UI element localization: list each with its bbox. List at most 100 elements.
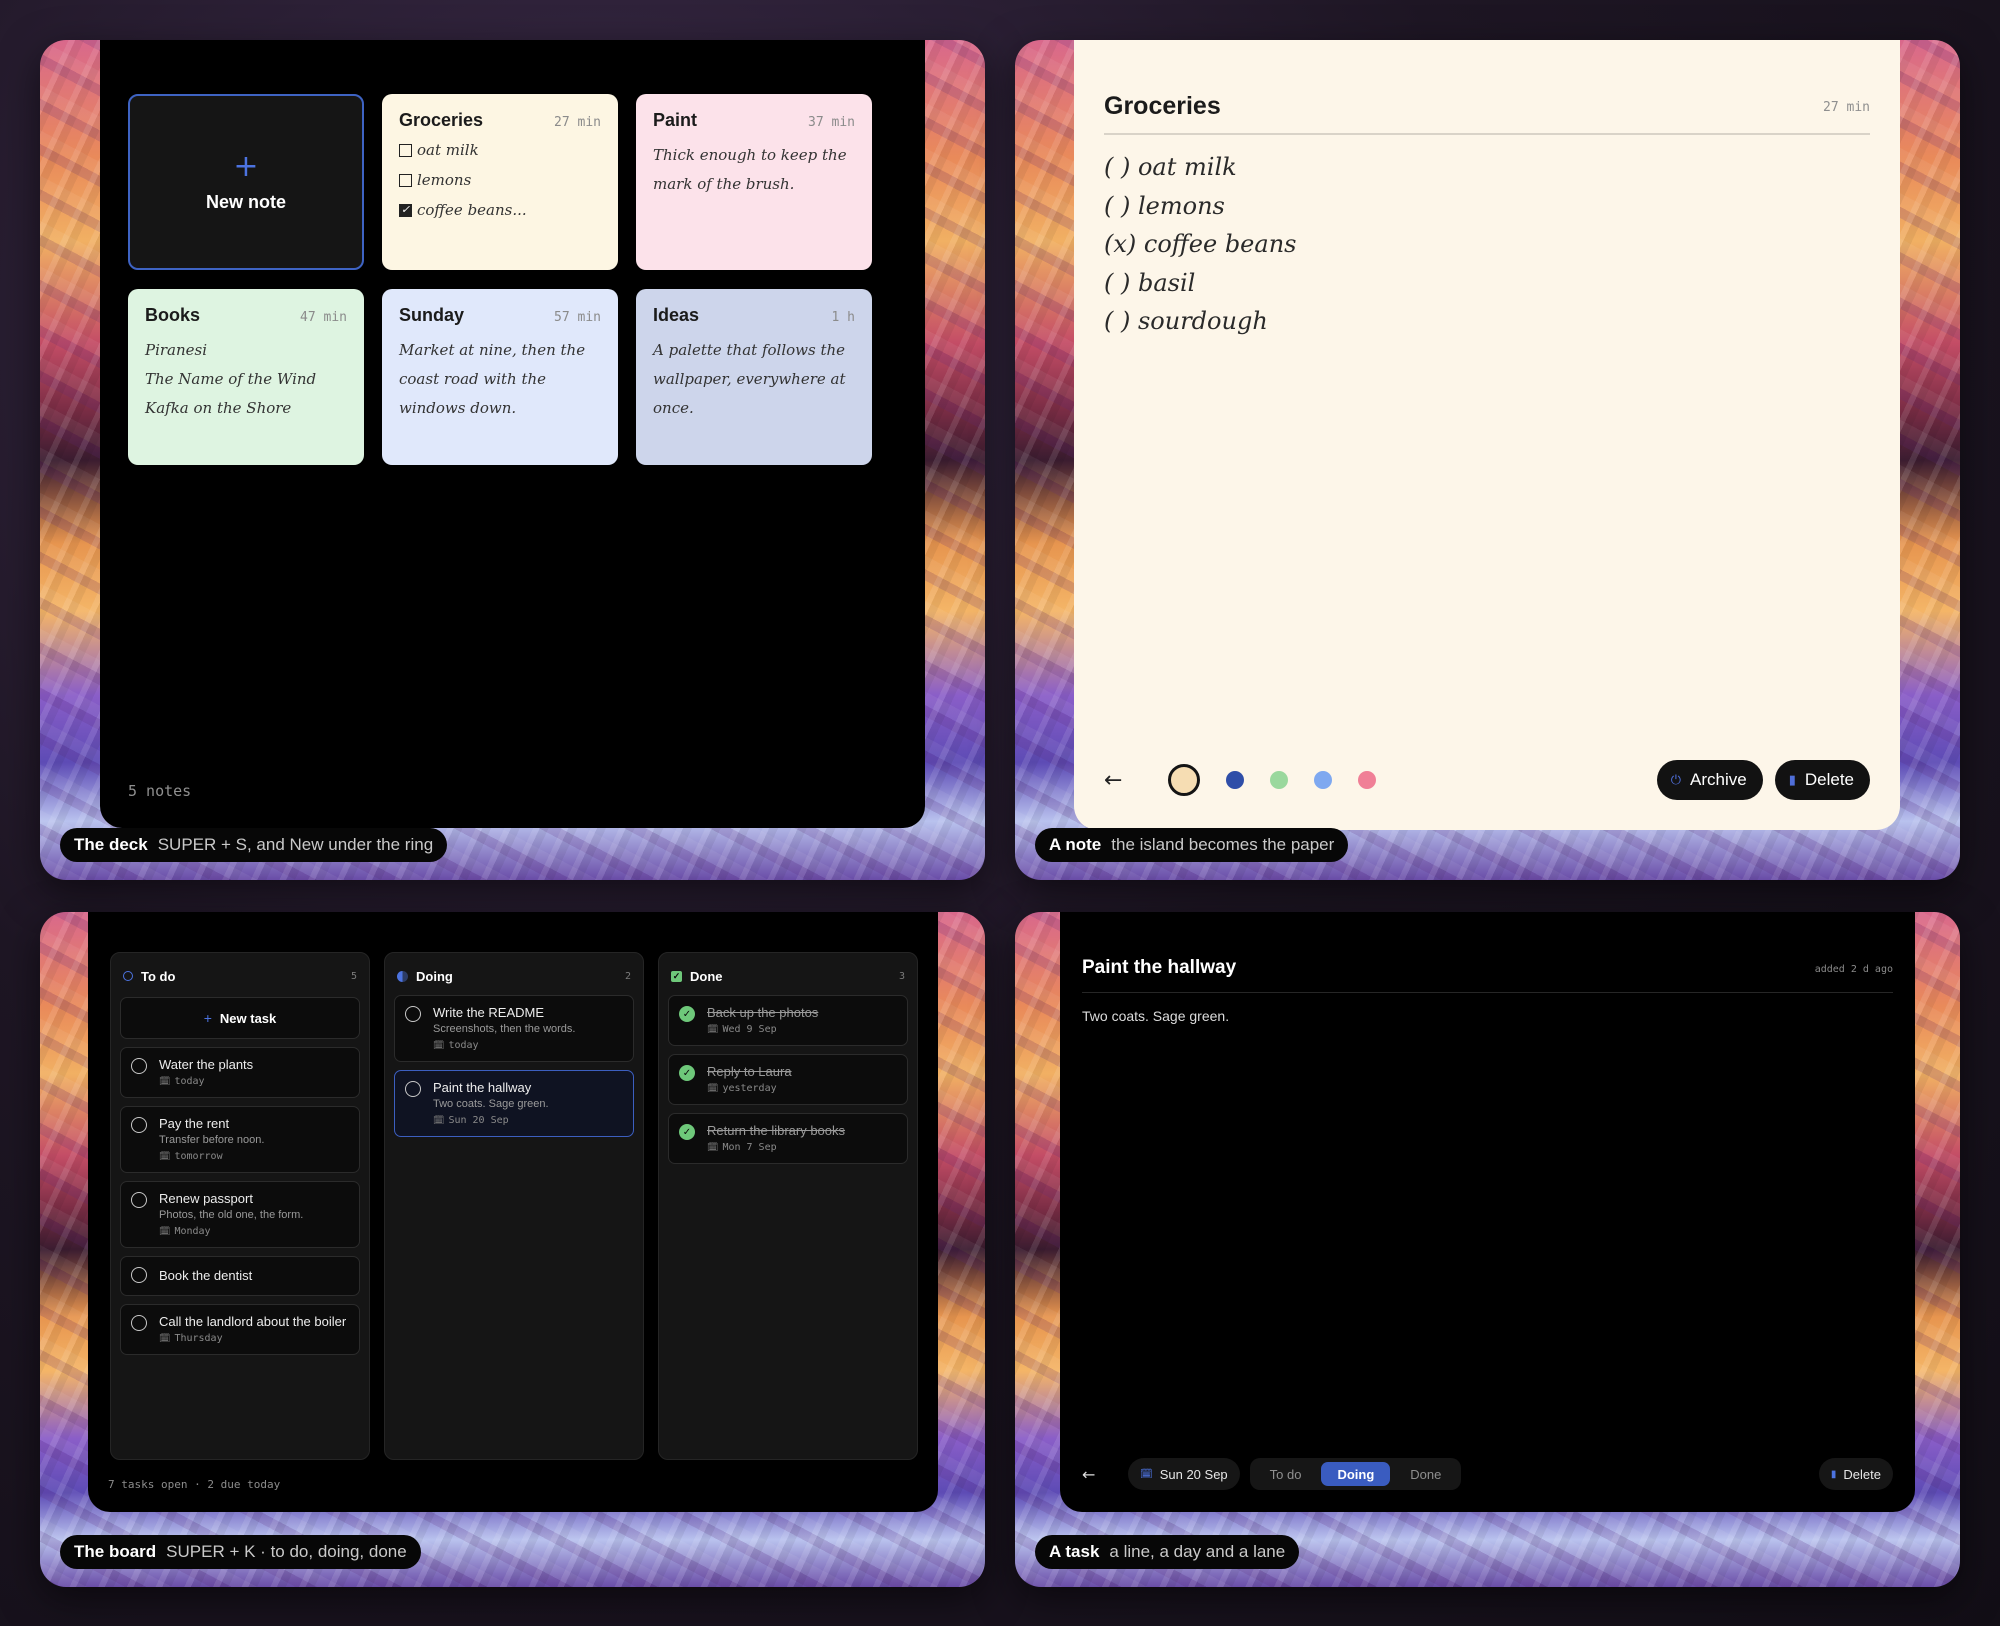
note-card-sunday[interactable]: Sunday 57 min Market at nine, then the c… [382, 289, 618, 465]
color-swatch-blue[interactable] [1226, 771, 1244, 789]
back-arrow-icon[interactable]: ← [1104, 768, 1134, 793]
task-card[interactable]: Write the README Screenshots, then the w… [394, 995, 634, 1062]
deck-panel: + New note Groceries 27 min oat milk lem… [40, 40, 985, 880]
lane-done[interactable]: Done [1394, 1462, 1457, 1486]
task-card[interactable]: Pay the rent Transfer before noon. 🗓 tomo… [120, 1106, 360, 1173]
color-swatch-sky[interactable] [1314, 771, 1332, 789]
task-checkbox[interactable] [131, 1117, 147, 1133]
column-done: ✓ Done 3 ✓ Back up the photos 🗓 Wed 9 Sep… [658, 952, 918, 1460]
task-title: Water the plants [159, 1057, 254, 1072]
task-checkbox[interactable] [131, 1058, 147, 1074]
checklist-item: ✓ coffee beans... [399, 195, 601, 225]
ring-icon [123, 971, 133, 981]
note-card-ideas[interactable]: Ideas 1 h A palette that follows the wal… [636, 289, 872, 465]
checklist-text: coffee beans... [417, 201, 527, 219]
task-card[interactable]: ✓ Return the library books 🗓 Mon 7 Sep [668, 1113, 908, 1164]
note-card-books[interactable]: Books 47 min Piranesi The Name of the Wi… [128, 289, 364, 465]
color-swatch-cream[interactable] [1168, 764, 1200, 796]
delete-button[interactable]: ▮ Delete [1774, 760, 1870, 800]
note-line: ( ) lemons [1104, 191, 1225, 220]
note-line: once. [653, 399, 694, 417]
note-line: wallpaper, everywhere at [653, 370, 846, 388]
delete-label: Delete [1804, 770, 1854, 789]
task-title: Back up the photos [707, 1005, 819, 1020]
column-count: 3 [898, 970, 905, 982]
note-line: Kafka on the Shore [145, 399, 292, 417]
task-card[interactable]: Call the landlord about the boiler 🗓 Thur… [120, 1304, 360, 1355]
note-card-paint[interactable]: Paint 37 min Thick enough to keep the ma… [636, 94, 872, 270]
task-checkbox[interactable] [405, 1081, 421, 1097]
task-body[interactable]: Two coats. Sage green. [1082, 1008, 1229, 1024]
note-card-groceries[interactable]: Groceries 27 min oat milk lemons ✓ coffee… [382, 94, 618, 270]
task-card[interactable]: Book the dentist [120, 1256, 360, 1296]
date-label: Sun 20 Sep [1159, 1466, 1228, 1482]
new-task-button[interactable]: + New task [120, 997, 360, 1039]
lane-doing[interactable]: Doing [1321, 1462, 1391, 1486]
task-done-check-icon[interactable]: ✓ [679, 1006, 695, 1022]
new-note-button[interactable]: + New note [128, 94, 364, 270]
task-due: 🗓 Sun 20 Sep [433, 1115, 509, 1126]
note-line: Thick enough to keep the [653, 146, 847, 164]
task-checkbox[interactable] [131, 1267, 147, 1283]
board-panel: To do 5 + New task Water the plants 🗓 tod… [40, 912, 985, 1587]
caption-title: The deck [74, 835, 148, 854]
checkbox-icon [399, 173, 412, 187]
task-checkbox[interactable] [405, 1006, 421, 1022]
task-title: Book the dentist [159, 1268, 253, 1283]
lane-todo[interactable]: To do [1254, 1462, 1318, 1486]
new-task-label: New task [219, 1010, 277, 1026]
task-done-check-icon[interactable]: ✓ [679, 1065, 695, 1081]
archive-button[interactable]: ⏻ Archive [1656, 760, 1763, 800]
color-swatch-pink[interactable] [1358, 771, 1376, 789]
task-title: Pay the rent [159, 1116, 230, 1131]
color-swatch-green[interactable] [1270, 771, 1288, 789]
note-line: coast road with the [399, 370, 547, 388]
checklist-item: lemons [399, 165, 601, 195]
task-card[interactable]: ✓ Reply to Laura 🗓 yesterday [668, 1054, 908, 1105]
caption-title: The board [74, 1542, 157, 1561]
delete-button[interactable]: ▮ Delete [1818, 1458, 1893, 1490]
task-card[interactable]: Water the plants 🗓 today [120, 1047, 360, 1098]
new-note-label: New note [205, 191, 286, 212]
calendar-icon: 🗓 [707, 1143, 719, 1153]
note-line: ( ) basil [1104, 268, 1196, 297]
task-checkbox[interactable] [131, 1315, 147, 1331]
task-description: Screenshots, then the words. [433, 1023, 576, 1035]
plus-icon: + [203, 1010, 212, 1026]
note-title: Groceries [1104, 92, 1221, 120]
task-added: added 2 d ago [1814, 964, 1893, 975]
task-title: Return the library books [707, 1123, 846, 1138]
delete-label: Delete [1843, 1466, 1881, 1482]
task-card[interactable]: Renew passport Photos, the old one, the … [120, 1181, 360, 1248]
task-done-check-icon[interactable]: ✓ [679, 1124, 695, 1140]
lane-selector: To do Doing Done [1249, 1458, 1462, 1490]
checklist-text: lemons [417, 171, 472, 189]
back-arrow-icon[interactable]: ← [1082, 1465, 1118, 1484]
caption: The board SUPER + K · to do, doing, done [60, 1535, 421, 1569]
note-editor[interactable]: ( ) oat milk ( ) lemons (x) coffee beans… [1104, 148, 1296, 341]
calendar-icon: 🗓 [707, 1025, 719, 1035]
column-todo: To do 5 + New task Water the plants 🗓 tod… [110, 952, 370, 1460]
caption-title: A note [1049, 835, 1102, 854]
task-card[interactable]: ✓ Back up the photos 🗓 Wed 9 Sep [668, 995, 908, 1046]
date-chip[interactable]: 🗓 Sun 20 Sep [1128, 1458, 1240, 1490]
column-title: Doing [416, 968, 453, 984]
note-count: 5 notes [128, 782, 192, 800]
task-title: Paint the hallway [433, 1080, 532, 1095]
archive-icon: ⏻ [1670, 772, 1682, 787]
calendar-icon: 🗓 [433, 1116, 445, 1126]
task-card-selected[interactable]: Paint the hallway Two coats. Sage green.… [394, 1070, 634, 1137]
half-circle-icon [397, 970, 408, 982]
board-footer: 7 tasks open · 2 due today [108, 1478, 281, 1491]
task-due: 🗓 Wed 9 Sep [707, 1024, 777, 1035]
task-checkbox[interactable] [131, 1192, 147, 1208]
task-title[interactable]: Paint the hallway [1082, 957, 1236, 979]
checklist-text: oat milk [417, 141, 479, 159]
calendar-icon: 🗓 [433, 1041, 445, 1051]
note-line: mark of the brush. [653, 175, 795, 193]
task-description: Two coats. Sage green. [433, 1098, 549, 1110]
task-description: Photos, the old one, the form. [159, 1209, 304, 1221]
task-due: 🗓 Monday [159, 1226, 211, 1237]
calendar-icon: 🗓 [707, 1084, 719, 1094]
task-title: Call the landlord about the boiler [159, 1314, 347, 1329]
